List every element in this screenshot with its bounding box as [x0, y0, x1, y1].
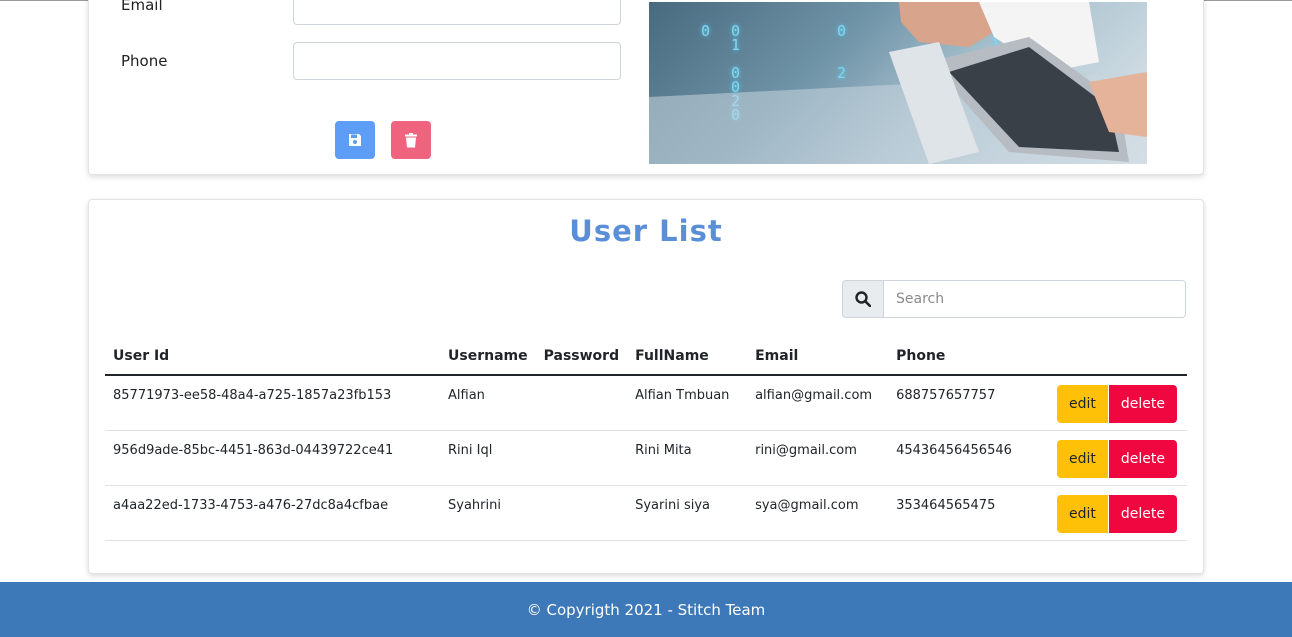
user-id-cell: 956d9ade-85bc-4451-863d-04439722ce41 — [105, 430, 440, 486]
user-form-card: Email Phone 0 0 1 0 0 2 0 0 2 0 1 2 — [88, 0, 1204, 175]
email-cell: sya@gmail.com — [747, 485, 889, 541]
phone-field[interactable] — [293, 42, 621, 80]
phone-label: Phone — [121, 52, 168, 70]
column-header: Username — [440, 338, 536, 376]
password-cell — [535, 430, 628, 486]
search-addon — [842, 280, 884, 318]
table-header-row: User Id Username Password FullName Email… — [105, 338, 1187, 376]
man-laptop-illustration — [649, 2, 1147, 164]
column-header: FullName — [627, 338, 748, 376]
fullname-cell: Syarini siya — [627, 485, 748, 541]
user-id-cell: 85771973-ee58-48a4-a725-1857a23fb153 — [105, 375, 440, 431]
password-cell — [535, 375, 628, 431]
delete-form-button[interactable] — [391, 121, 431, 159]
save-button[interactable] — [335, 121, 375, 159]
hero-image: 0 0 1 0 0 2 0 0 2 0 1 2 — [649, 2, 1147, 164]
username-cell: Rini Iql — [440, 430, 536, 486]
phone-cell: 45436456456546 — [888, 430, 1049, 486]
edit-button[interactable]: edit — [1057, 385, 1108, 423]
edit-button[interactable]: edit — [1057, 439, 1108, 478]
trash-icon — [405, 132, 417, 147]
actions-cell: edit delete — [1048, 485, 1187, 541]
column-header: Phone — [888, 338, 1049, 376]
actions-cell: edit delete — [1048, 375, 1187, 431]
table-row: 85771973-ee58-48a4-a725-1857a23fb153 Alf… — [105, 375, 1187, 431]
email-cell: rini@gmail.com — [747, 430, 889, 486]
search-input[interactable] — [884, 280, 1186, 318]
phone-cell: 688757657757 — [888, 375, 1049, 431]
footer: © Copyrigth 2021 - Stitch Team — [0, 582, 1292, 637]
email-label: Email — [121, 0, 163, 14]
edit-button[interactable]: edit — [1057, 494, 1108, 533]
delete-button[interactable]: delete — [1108, 385, 1177, 423]
username-cell: Syahrini — [440, 485, 536, 541]
fullname-cell: Alfian Tmbuan — [627, 375, 748, 431]
password-cell — [535, 485, 628, 541]
table-row: a4aa22ed-1733-4753-a476-27dc8a4cfbae Sya… — [105, 485, 1187, 541]
user-table: User Id Username Password FullName Email… — [105, 338, 1187, 541]
table-row: 956d9ade-85bc-4451-863d-04439722ce41 Rin… — [105, 430, 1187, 486]
search-group — [842, 280, 1186, 318]
page-title: User List — [569, 214, 723, 248]
email-field[interactable] — [293, 0, 621, 25]
delete-button[interactable]: delete — [1108, 439, 1177, 478]
search-icon — [855, 291, 871, 307]
column-header: User Id — [105, 338, 440, 376]
username-cell: Alfian — [440, 375, 536, 431]
column-header: Email — [747, 338, 889, 376]
user-list-card: User List User Id Username Password Full… — [88, 199, 1204, 574]
user-id-cell: a4aa22ed-1733-4753-a476-27dc8a4cfbae — [105, 485, 440, 541]
email-cell: alfian@gmail.com — [747, 375, 889, 431]
delete-button[interactable]: delete — [1108, 494, 1177, 533]
actions-cell: edit delete — [1048, 430, 1187, 486]
floppy-disk-icon — [349, 134, 361, 146]
fullname-cell: Rini Mita — [627, 430, 748, 486]
column-header — [1048, 338, 1187, 376]
copyright-text: © Copyrigth 2021 - Stitch Team — [526, 601, 766, 619]
phone-cell: 353464565475 — [888, 485, 1049, 541]
column-header: Password — [535, 338, 628, 376]
